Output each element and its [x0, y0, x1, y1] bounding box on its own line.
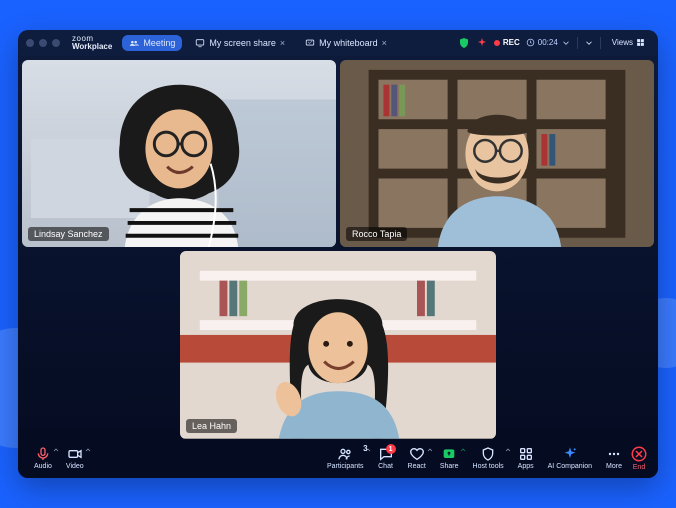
- end-call-icon: [630, 445, 648, 463]
- participant-name: Lindsay Sanchez: [28, 227, 109, 241]
- chat-button[interactable]: 1 Chat: [372, 444, 400, 472]
- sparkle-icon: [562, 446, 578, 462]
- recording-indicator[interactable]: REC: [494, 38, 520, 47]
- timer-value: 00:24: [538, 38, 558, 47]
- video-placeholder: [22, 60, 336, 248]
- views-label: Views: [612, 38, 633, 47]
- window-controls: [26, 39, 60, 47]
- button-label: React: [408, 463, 426, 470]
- sparkle-icon[interactable]: [476, 37, 488, 49]
- bottom-toolbar: Audio Video 3 Participants 1 Chat React: [18, 439, 658, 478]
- chevron-up-icon[interactable]: [52, 446, 60, 454]
- titlebar: zoom Workplace Meeting My screen share ×…: [18, 30, 658, 56]
- chevron-up-icon[interactable]: [84, 446, 92, 454]
- video-button[interactable]: Video: [60, 444, 90, 472]
- more-icon: [606, 446, 622, 462]
- minimize-dot[interactable]: [39, 39, 47, 47]
- tab-meeting[interactable]: Meeting: [122, 35, 182, 51]
- more-button[interactable]: More: [600, 444, 628, 472]
- views-button[interactable]: Views: [607, 36, 650, 49]
- video-tile[interactable]: Lindsay Sanchez: [22, 60, 336, 248]
- brand-line2: Workplace: [72, 43, 112, 51]
- apps-button[interactable]: Apps: [512, 444, 540, 472]
- button-label: More: [606, 463, 622, 470]
- divider: [600, 37, 601, 49]
- participants-button[interactable]: 3 Participants: [321, 444, 370, 472]
- button-label: AI Companion: [548, 463, 592, 470]
- video-placeholder: [340, 60, 654, 248]
- divider: [577, 37, 578, 49]
- shield-icon[interactable]: [458, 37, 470, 49]
- chat-badge: 1: [386, 444, 396, 454]
- chevron-up-icon[interactable]: [364, 446, 372, 454]
- heart-icon: [409, 446, 425, 462]
- participant-name: Lea Hahn: [186, 419, 237, 433]
- video-placeholder: [180, 251, 496, 439]
- end-button[interactable]: End: [630, 445, 648, 471]
- host-tools-button[interactable]: Host tools: [467, 444, 510, 472]
- chevron-up-icon[interactable]: [459, 446, 467, 454]
- close-dot[interactable]: [26, 39, 34, 47]
- chevron-up-icon[interactable]: [426, 446, 434, 454]
- grid-icon: [636, 38, 645, 47]
- brand: zoom Workplace: [72, 35, 112, 51]
- button-label: Share: [440, 463, 459, 470]
- tab-label: My screen share: [209, 38, 276, 48]
- ai-companion-button[interactable]: AI Companion: [542, 444, 598, 472]
- recording-dot-icon: [494, 40, 500, 46]
- close-icon[interactable]: ×: [280, 38, 285, 48]
- tab-whiteboard[interactable]: My whiteboard ×: [298, 35, 394, 51]
- tab-label: Meeting: [143, 38, 175, 48]
- shield-icon: [480, 446, 496, 462]
- video-tile[interactable]: Lea Hahn: [180, 251, 496, 439]
- button-label: Chat: [378, 463, 393, 470]
- audio-button[interactable]: Audio: [28, 444, 58, 472]
- participants-icon: [337, 446, 353, 462]
- camera-icon: [67, 446, 83, 462]
- button-label: Participants: [327, 463, 364, 470]
- button-label: Host tools: [473, 463, 504, 470]
- maximize-dot[interactable]: [52, 39, 60, 47]
- tab-label: My whiteboard: [319, 38, 378, 48]
- titlebar-right: REC 00:24 Views: [458, 36, 650, 49]
- button-label: Video: [66, 463, 84, 470]
- clock-icon: [526, 38, 535, 47]
- react-button[interactable]: React: [402, 444, 432, 472]
- share-screen-icon: [441, 446, 457, 462]
- video-tile[interactable]: Rocco Tapia: [340, 60, 654, 248]
- screen-share-icon: [195, 38, 205, 48]
- meeting-icon: [129, 38, 139, 48]
- video-grid: Lindsay Sanchez: [18, 56, 658, 439]
- whiteboard-icon: [305, 38, 315, 48]
- button-label: End: [633, 464, 645, 471]
- chevron-down-icon[interactable]: [584, 38, 594, 48]
- participant-name: Rocco Tapia: [346, 227, 407, 241]
- chevron-up-icon[interactable]: [504, 446, 512, 454]
- button-label: Apps: [518, 463, 534, 470]
- microphone-icon: [35, 446, 51, 462]
- button-label: Audio: [34, 463, 52, 470]
- share-button[interactable]: Share: [434, 444, 465, 472]
- meeting-timer: 00:24: [526, 38, 571, 48]
- close-icon[interactable]: ×: [382, 38, 387, 48]
- apps-icon: [518, 446, 534, 462]
- chevron-down-icon[interactable]: [561, 38, 571, 48]
- tab-screen-share[interactable]: My screen share ×: [188, 35, 292, 51]
- app-window: zoom Workplace Meeting My screen share ×…: [18, 30, 658, 478]
- recording-label: REC: [503, 38, 520, 47]
